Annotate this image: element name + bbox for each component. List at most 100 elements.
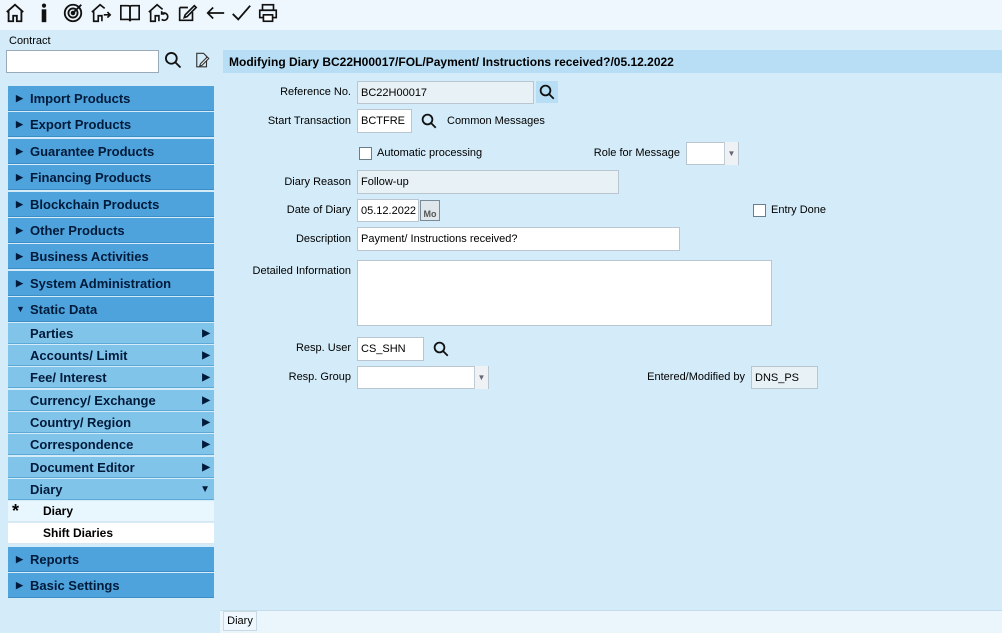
search-icon[interactable] (163, 50, 185, 72)
expand-arrow-icon: ▶ (16, 198, 23, 209)
menu-label: Correspondence (30, 436, 134, 452)
check-icon[interactable] (228, 1, 254, 25)
entered-modified-label: Entered/Modified by (647, 371, 745, 383)
expand-arrow-icon: ▶ (16, 250, 23, 261)
menu-label: Parties (30, 325, 74, 341)
menu-blockchain-products[interactable]: ▶ Blockchain Products (8, 192, 214, 217)
entry-done-label: Entry Done (771, 204, 827, 216)
menu-import-products[interactable]: ▶ Import Products (8, 86, 214, 111)
reference-label: Reference No. (280, 86, 351, 98)
menu-label: Reports (30, 551, 80, 567)
role-for-message-label: Role for Message (593, 147, 680, 159)
submenu-currency-exchange[interactable]: Currency/ Exchange ▶ (8, 390, 214, 411)
expand-arrow-icon: ▶ (16, 553, 23, 564)
menu-reports[interactable]: ▶ Reports (8, 547, 214, 572)
menu-item-shift-diaries[interactable]: Shift Diaries (8, 523, 214, 544)
automatic-processing-label: Automatic processing (377, 147, 483, 159)
chevron-down-icon: ▼ (200, 483, 210, 495)
diary-reason-field[interactable]: Follow-up (357, 170, 619, 194)
calendar-icon[interactable]: Mo (420, 200, 440, 221)
document-edit-icon[interactable] (193, 51, 213, 71)
automatic-processing-checkbox[interactable] (359, 147, 372, 160)
search-icon[interactable] (430, 338, 452, 360)
common-messages-link[interactable]: Common Messages (447, 115, 545, 127)
target-icon[interactable] (60, 1, 86, 25)
search-icon[interactable] (536, 81, 558, 103)
menu-financing-products[interactable]: ▶ Financing Products (8, 165, 214, 190)
expand-arrow-icon: ▶ (16, 224, 23, 235)
menu-label: System Administration (30, 275, 172, 291)
resp-user-field[interactable]: CS_SHN (357, 337, 424, 361)
resp-user-label: Resp. User (295, 342, 351, 354)
submenu-parties[interactable]: Parties ▶ (8, 323, 214, 344)
menu-label: Country/ Region (30, 414, 132, 430)
entry-done-checkbox[interactable] (753, 204, 766, 217)
menu-label: Guarantee Products (30, 143, 155, 159)
menu-label: Financing Products (30, 169, 152, 185)
info-icon[interactable] (31, 1, 57, 25)
search-icon[interactable] (418, 110, 440, 132)
date-of-diary-label: Date of Diary (286, 204, 351, 216)
book-icon[interactable] (117, 1, 143, 25)
menu-label: Basic Settings (30, 577, 120, 593)
edit-icon[interactable] (174, 1, 200, 25)
menu-label: Other Products (30, 222, 125, 238)
menu-label: Import Products (30, 90, 131, 106)
menu-other-products[interactable]: ▶ Other Products (8, 218, 214, 243)
menu-item-diary[interactable]: * Diary (8, 501, 214, 522)
active-marker-icon: * (12, 501, 20, 521)
status-bar (220, 610, 1002, 633)
chevron-down-icon[interactable]: ▼ (724, 142, 738, 165)
diary-reason-label: Diary Reason (284, 176, 351, 188)
submenu-diary[interactable]: Diary ▼ (8, 479, 214, 500)
menu-basic-settings[interactable]: ▶ Basic Settings (8, 573, 214, 598)
menu-export-products[interactable]: ▶ Export Products (8, 112, 214, 137)
date-of-diary-field[interactable]: 05.12.2022 (357, 199, 419, 222)
expand-arrow-icon: ▶ (16, 277, 23, 288)
house-refresh-icon[interactable] (145, 1, 171, 25)
expand-arrow-icon: ▶ (16, 145, 23, 156)
expand-arrow-icon: ▶ (16, 579, 23, 590)
menu-label: Export Products (30, 116, 132, 132)
chevron-right-icon: ▶ (202, 394, 210, 406)
detailed-information-textarea[interactable] (357, 260, 772, 326)
description-label: Description (295, 233, 351, 245)
description-field[interactable]: Payment/ Instructions received? (357, 227, 680, 251)
submenu-country-region[interactable]: Country/ Region ▶ (8, 412, 214, 433)
menu-static-data[interactable]: ▼ Static Data (8, 297, 214, 322)
entered-modified-field: DNS_PS (751, 366, 818, 389)
start-transaction-field[interactable]: BCTFRE (357, 109, 412, 133)
chevron-right-icon: ▶ (202, 371, 210, 383)
collapse-arrow-icon: ▼ (16, 304, 25, 314)
contract-input[interactable] (6, 50, 159, 73)
menu-system-administration[interactable]: ▶ System Administration (8, 271, 214, 296)
resp-group-select[interactable] (357, 366, 489, 389)
back-arrow-icon[interactable] (202, 1, 228, 25)
menu-label: Fee/ Interest (30, 369, 107, 385)
reference-field[interactable]: BC22H00017 (357, 81, 534, 104)
start-transaction-label: Start Transaction (267, 115, 351, 127)
detailed-information-label: Detailed Information (252, 265, 351, 277)
contract-label: Contract (9, 35, 51, 47)
menu-label: Business Activities (30, 248, 149, 264)
menu-label: Blockchain Products (30, 196, 160, 212)
home-icon[interactable] (2, 1, 28, 25)
expand-arrow-icon: ▶ (16, 118, 23, 129)
menu-label: Static Data (30, 301, 98, 317)
chevron-down-icon[interactable]: ▼ (474, 366, 488, 389)
submenu-accounts-limit[interactable]: Accounts/ Limit ▶ (8, 345, 214, 366)
menu-label: Shift Diaries (43, 526, 114, 540)
submenu-document-editor[interactable]: Document Editor ▶ (8, 457, 214, 478)
toolbar (0, 0, 1002, 30)
submenu-fee-interest[interactable]: Fee/ Interest ▶ (8, 367, 214, 388)
expand-arrow-icon: ▶ (16, 92, 23, 103)
chevron-right-icon: ▶ (202, 349, 210, 361)
chevron-right-icon: ▶ (202, 327, 210, 339)
menu-guarantee-products[interactable]: ▶ Guarantee Products (8, 139, 214, 164)
print-icon[interactable] (255, 1, 281, 25)
menu-business-activities[interactable]: ▶ Business Activities (8, 244, 214, 269)
chevron-right-icon: ▶ (202, 416, 210, 428)
tab-diary[interactable]: Diary (223, 611, 257, 631)
submenu-correspondence[interactable]: Correspondence ▶ (8, 434, 214, 455)
house-arrow-icon[interactable] (88, 1, 114, 25)
